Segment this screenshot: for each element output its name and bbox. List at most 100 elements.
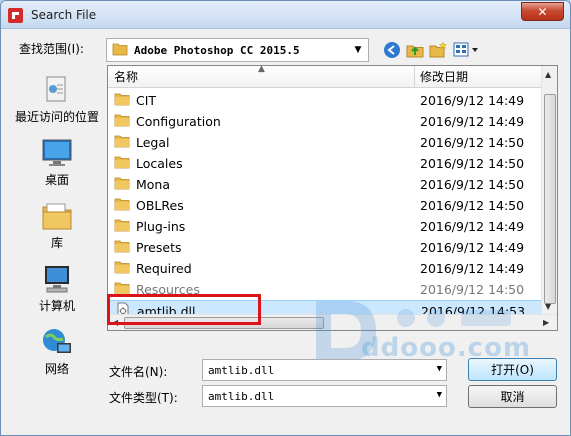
modified-date: 2016/9/12 14:50 [420, 177, 525, 192]
title-bar[interactable]: Search File ✕ [1, 1, 570, 29]
name-cell: Resources [114, 279, 200, 300]
place-desktop[interactable]: 桌面 [9, 132, 105, 190]
folder-row[interactable]: Mona 2016/9/12 14:50 [108, 174, 543, 195]
view-menu-button[interactable] [451, 39, 481, 61]
new-folder-icon [429, 41, 447, 58]
desktop-icon [41, 132, 73, 168]
name-cell: Legal [114, 132, 170, 153]
network-icon [41, 321, 73, 357]
filename-input[interactable]: amtlib.dll ▼ [202, 359, 447, 381]
file-name: OBLRes [136, 198, 184, 213]
recent-places-icon [41, 69, 73, 105]
view-menu-icon [453, 42, 478, 57]
name-cell: Configuration [114, 111, 221, 132]
up-folder-icon [406, 45, 424, 58]
modified-date: 2016/9/12 14:50 [420, 135, 525, 150]
modified-date: 2016/9/12 14:49 [420, 219, 525, 234]
folder-icon [114, 134, 130, 151]
libraries-icon [41, 195, 73, 231]
file-name: Locales [136, 156, 183, 171]
vertical-scrollbar[interactable]: ▲ ▼ [541, 66, 557, 314]
up-folder-button[interactable] [404, 39, 426, 61]
folder-icon [114, 113, 130, 130]
name-cell: Presets [114, 237, 182, 258]
name-cell: CIT [114, 90, 156, 111]
modified-date: 2016/9/12 14:50 [420, 198, 525, 213]
column-header-date[interactable]: 修改日期 [414, 66, 543, 88]
search-file-dialog: Search File ✕ 查找范围(I): Adobe Photoshop C… [0, 0, 571, 436]
folder-row[interactable]: Presets 2016/9/12 14:49 [108, 237, 543, 258]
place-libraries[interactable]: 库 [9, 195, 105, 253]
folder-icon [114, 260, 130, 277]
file-name: Resources [136, 282, 200, 297]
name-cell: Plug-ins [114, 216, 185, 237]
folder-row[interactable]: Configuration 2016/9/12 14:49 [108, 111, 543, 132]
filetype-select[interactable]: amtlib.dll ▼ [202, 385, 447, 407]
folder-icon [114, 92, 130, 109]
place-label: 计算机 [38, 299, 75, 313]
place-label: 最近访问的位置 [14, 110, 99, 124]
chevron-down-icon[interactable]: ▼ [437, 364, 442, 374]
place-recent[interactable]: 最近访问的位置 [9, 69, 105, 127]
scroll-left-icon[interactable]: ◀ [112, 318, 118, 327]
filetype-label: 文件类型(T): [109, 391, 178, 405]
name-cell: Mona [114, 174, 170, 195]
folder-row[interactable]: OBLRes 2016/9/12 14:50 [108, 195, 543, 216]
modified-date: 2016/9/12 14:49 [420, 93, 525, 108]
folder-row[interactable]: CIT 2016/9/12 14:49 [108, 90, 543, 111]
file-name: Configuration [136, 114, 221, 129]
list-header: 名称 ▲ 修改日期 [108, 66, 543, 88]
close-button[interactable]: ✕ [521, 2, 564, 21]
chevron-down-icon[interactable]: ▼ [351, 39, 365, 61]
file-list[interactable]: 名称 ▲ 修改日期 CIT 2016/9/12 14:49 Configuratio… [107, 65, 558, 331]
scroll-up-icon[interactable]: ▲ [545, 70, 551, 79]
new-folder-button[interactable] [427, 39, 449, 61]
name-cell: Required [114, 258, 192, 279]
scroll-right-icon[interactable]: ▶ [543, 318, 549, 327]
app-icon [8, 8, 23, 23]
chevron-down-icon[interactable]: ▼ [437, 390, 442, 400]
folder-row[interactable]: Plug-ins 2016/9/12 14:49 [108, 216, 543, 237]
modified-date: 2016/9/12 14:49 [420, 114, 525, 129]
folder-icon [112, 42, 128, 59]
horizontal-scroll-thumb[interactable] [124, 317, 324, 329]
look-in-label: 查找范围(I): [19, 42, 84, 56]
folder-icon [114, 239, 130, 256]
file-name: Presets [136, 240, 182, 255]
back-arrow-icon [384, 42, 400, 58]
folder-row[interactable]: Locales 2016/9/12 14:50 [108, 153, 543, 174]
folder-icon [114, 281, 130, 298]
computer-icon [41, 258, 73, 294]
modified-date: 2016/9/12 14:50 [420, 156, 525, 171]
place-label: 桌面 [44, 173, 69, 187]
folder-icon [114, 176, 130, 193]
open-button[interactable]: 打开(O) [468, 358, 557, 381]
look-in-combo[interactable]: Adobe Photoshop CC 2015.5 ▼ [106, 38, 369, 62]
file-name: CIT [136, 93, 157, 108]
place-computer[interactable]: 计算机 [9, 258, 105, 316]
modified-date: 2016/9/12 14:50 [420, 282, 525, 297]
file-name: Mona [136, 177, 171, 192]
folder-row[interactable]: Required 2016/9/12 14:49 [108, 258, 543, 279]
folder-row[interactable]: Resources 2016/9/12 14:50 [108, 279, 543, 300]
folder-icon [114, 218, 130, 235]
folder-row[interactable]: Legal 2016/9/12 14:50 [108, 132, 543, 153]
horizontal-scrollbar[interactable]: ◀ ▶ [108, 314, 557, 330]
window-title: Search File [31, 8, 97, 22]
modified-date: 2016/9/12 14:49 [420, 261, 525, 276]
modified-date: 2016/9/12 14:49 [420, 240, 525, 255]
place-label: 库 [50, 236, 63, 250]
name-cell: Locales [114, 153, 183, 174]
places-bar: 最近访问的位置 桌面 库 计算机 网络 [9, 65, 105, 385]
folder-icon [114, 155, 130, 172]
vertical-scroll-thumb[interactable] [544, 94, 556, 304]
cancel-button[interactable]: 取消 [468, 385, 557, 408]
folder-icon [114, 197, 130, 214]
name-cell: OBLRes [114, 195, 184, 216]
file-name: Required [136, 261, 192, 276]
scroll-down-icon[interactable]: ▼ [545, 302, 551, 311]
file-name: Legal [136, 135, 170, 150]
place-network[interactable]: 网络 [9, 321, 105, 379]
filename-value: amtlib.dll [208, 363, 275, 377]
back-button[interactable] [381, 39, 403, 61]
